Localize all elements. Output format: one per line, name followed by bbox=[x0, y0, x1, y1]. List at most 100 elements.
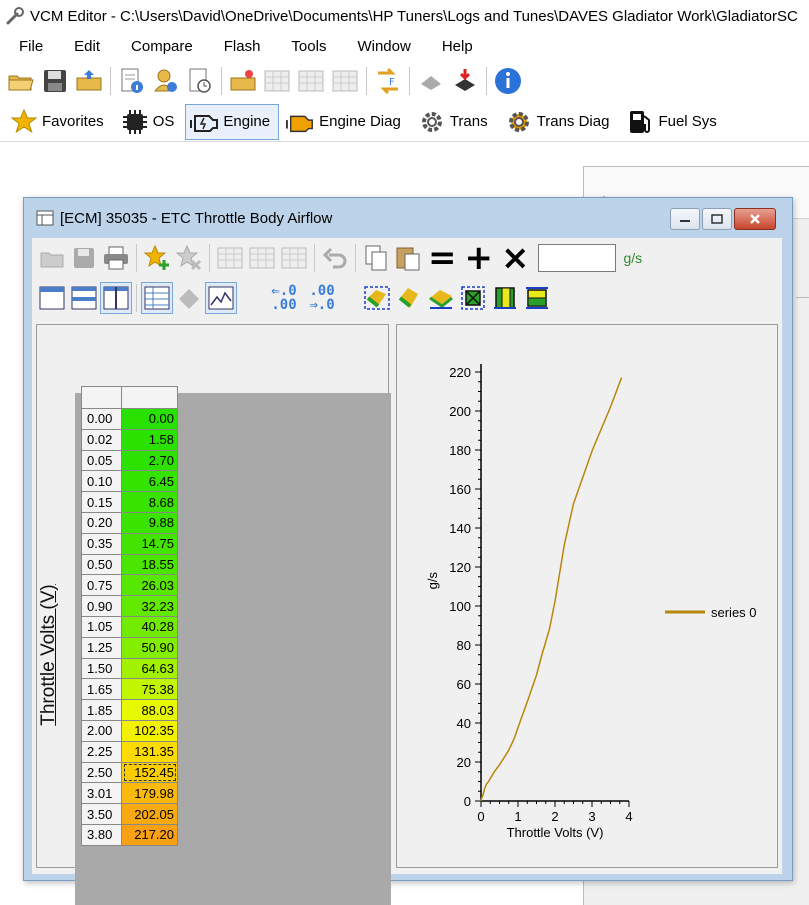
table-cell[interactable]: 64.63 bbox=[121, 657, 178, 680]
layout-horizontal-split-icon[interactable] bbox=[68, 282, 100, 314]
nav-favorites[interactable]: Favorites bbox=[4, 104, 113, 140]
compare-flash-icon[interactable]: F bbox=[371, 64, 405, 98]
table-cell[interactable]: 102.35 bbox=[121, 719, 178, 742]
menu-file[interactable]: File bbox=[0, 38, 55, 55]
row-header-cell[interactable]: 0.10 bbox=[81, 470, 122, 493]
table-icon[interactable] bbox=[214, 242, 246, 274]
row-header-cell[interactable]: 3.50 bbox=[81, 803, 122, 825]
menu-help[interactable]: Help bbox=[423, 38, 485, 55]
read-vehicle-icon[interactable] bbox=[414, 64, 448, 98]
show-graph-icon[interactable] bbox=[205, 282, 237, 314]
table-diff-icon[interactable] bbox=[278, 242, 310, 274]
row-header-cell[interactable]: 2.25 bbox=[81, 740, 122, 763]
print-icon[interactable] bbox=[100, 242, 132, 274]
save-icon[interactable] bbox=[68, 242, 100, 274]
increase-decimals-icon[interactable]: .00 ⇒.0 bbox=[303, 284, 341, 312]
color-flat-icon[interactable] bbox=[425, 282, 457, 314]
color-gradient-icon[interactable] bbox=[521, 282, 553, 314]
set-equal-icon[interactable]: = bbox=[424, 241, 461, 275]
color-row-icon[interactable] bbox=[393, 282, 425, 314]
nav-os[interactable]: OS bbox=[115, 104, 184, 140]
show-table-icon[interactable] bbox=[141, 282, 173, 314]
table-cell[interactable]: 2.70 bbox=[121, 449, 178, 472]
table-cell[interactable]: 40.28 bbox=[121, 615, 178, 638]
multiply-icon[interactable]: × bbox=[497, 241, 534, 275]
row-header-cell[interactable]: 0.00 bbox=[81, 408, 122, 430]
nav-trans[interactable]: Trans bbox=[412, 104, 497, 140]
row-header-cell[interactable]: 3.01 bbox=[81, 782, 122, 805]
table-icon[interactable] bbox=[260, 64, 294, 98]
close-button[interactable] bbox=[734, 208, 776, 230]
decrease-decimals-icon[interactable]: ⇐.0.00 bbox=[265, 284, 303, 312]
table-cell[interactable]: 18.55 bbox=[121, 553, 178, 576]
table-cell[interactable]: 1.58 bbox=[121, 428, 178, 451]
row-header-cell[interactable]: 0.75 bbox=[81, 574, 122, 597]
table-diff-icon[interactable] bbox=[328, 64, 362, 98]
row-header-cell[interactable]: 3.80 bbox=[81, 823, 122, 846]
selected-table-cell[interactable]: 152.45 bbox=[121, 761, 178, 784]
table-cell[interactable]: 14.75 bbox=[121, 532, 178, 555]
table-cell[interactable]: 50.90 bbox=[121, 636, 178, 659]
table-cell[interactable]: 6.45 bbox=[121, 470, 178, 493]
undo-icon[interactable] bbox=[319, 242, 351, 274]
show-3d-icon[interactable] bbox=[173, 282, 205, 314]
color-cell-icon[interactable] bbox=[361, 282, 393, 314]
paste-icon[interactable] bbox=[392, 242, 424, 274]
layout-vertical-split-icon[interactable] bbox=[100, 282, 132, 314]
nav-engine-diag[interactable]: Engine Diag bbox=[281, 104, 410, 140]
history-icon[interactable] bbox=[183, 64, 217, 98]
table-cell[interactable]: 32.23 bbox=[121, 595, 178, 617]
corner-cell[interactable] bbox=[81, 386, 122, 409]
row-header-cell[interactable]: 0.20 bbox=[81, 511, 122, 534]
table-cell[interactable]: 9.88 bbox=[121, 511, 178, 534]
row-header-cell[interactable]: 0.15 bbox=[81, 491, 122, 513]
nav-trans-diag[interactable]: Trans Diag bbox=[499, 104, 619, 140]
copy-icon[interactable] bbox=[360, 242, 392, 274]
select-cell-icon[interactable] bbox=[457, 282, 489, 314]
row-header-cell[interactable]: 1.25 bbox=[81, 636, 122, 659]
table-cell[interactable]: 88.03 bbox=[121, 699, 178, 721]
open-recent-icon[interactable] bbox=[72, 64, 106, 98]
table-cell[interactable]: 217.20 bbox=[121, 823, 178, 846]
table-cell[interactable]: 75.38 bbox=[121, 678, 178, 701]
menu-edit[interactable]: Edit bbox=[55, 38, 112, 55]
vehicle-info-icon[interactable] bbox=[149, 64, 183, 98]
table-cell[interactable]: 179.98 bbox=[121, 782, 178, 805]
minimize-button[interactable] bbox=[670, 208, 700, 230]
nav-engine[interactable]: Engine bbox=[185, 103, 280, 140]
table-compare-icon[interactable] bbox=[246, 242, 278, 274]
menu-flash[interactable]: Flash bbox=[205, 38, 273, 55]
layout-table-only-icon[interactable] bbox=[36, 282, 68, 314]
row-header-cell[interactable]: 1.50 bbox=[81, 657, 122, 680]
menu-tools[interactable]: Tools bbox=[272, 38, 338, 55]
table-cell[interactable]: 131.35 bbox=[121, 740, 178, 763]
maximize-button[interactable] bbox=[702, 208, 732, 230]
row-header-cell[interactable]: 1.65 bbox=[81, 678, 122, 701]
row-header-cell[interactable]: 2.50 bbox=[81, 761, 122, 784]
nav-fuel-sys[interactable]: Fuel Sys bbox=[620, 104, 725, 140]
table-cell[interactable]: 8.68 bbox=[121, 491, 178, 513]
row-header-cell[interactable]: 0.05 bbox=[81, 449, 122, 472]
row-header-cell[interactable]: 0.02 bbox=[81, 428, 122, 451]
row-header-cell[interactable]: 0.50 bbox=[81, 553, 122, 576]
table-compare-icon[interactable] bbox=[294, 64, 328, 98]
row-header-cell[interactable]: 0.90 bbox=[81, 595, 122, 617]
open-folder-icon[interactable] bbox=[4, 64, 38, 98]
column-header-cell[interactable] bbox=[121, 386, 178, 409]
table-cell[interactable]: 0.00 bbox=[121, 408, 178, 430]
table-cell[interactable]: 26.03 bbox=[121, 574, 178, 597]
new-folder-icon[interactable] bbox=[226, 64, 260, 98]
row-header-cell[interactable]: 2.00 bbox=[81, 719, 122, 742]
row-header-cell[interactable]: 1.05 bbox=[81, 615, 122, 638]
row-header-cell[interactable]: 0.35 bbox=[81, 532, 122, 555]
add-favorite-icon[interactable] bbox=[141, 242, 173, 274]
info-icon[interactable] bbox=[491, 64, 525, 98]
add-icon[interactable]: + bbox=[461, 241, 498, 275]
row-header-cell[interactable]: 1.85 bbox=[81, 699, 122, 721]
menu-window[interactable]: Window bbox=[338, 38, 422, 55]
save-icon[interactable] bbox=[38, 64, 72, 98]
operation-value-input[interactable] bbox=[537, 244, 616, 272]
menu-compare[interactable]: Compare bbox=[112, 38, 205, 55]
remove-favorite-icon[interactable] bbox=[173, 242, 205, 274]
write-vehicle-icon[interactable] bbox=[448, 64, 482, 98]
